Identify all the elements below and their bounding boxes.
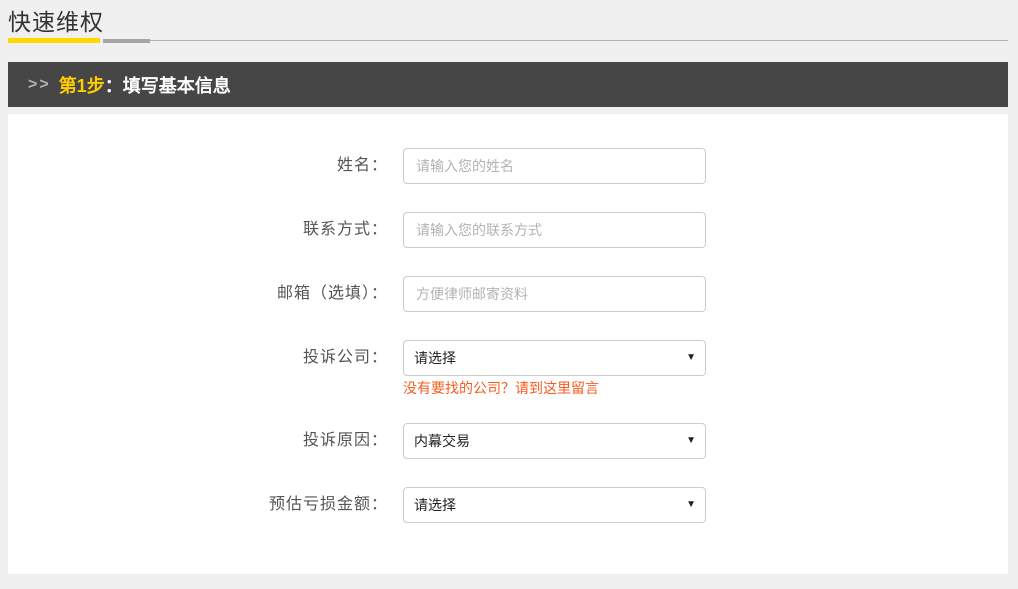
name-field[interactable]: [403, 148, 706, 184]
form-row-name: 姓名：: [8, 148, 1008, 184]
estimated-loss-label: 预估亏损金额：: [8, 487, 388, 523]
title-underline-line: [150, 40, 1008, 41]
leave-message-link[interactable]: 没有要找的公司？请到这里留言: [403, 379, 599, 397]
page-header: 快速维权: [0, 0, 1018, 43]
title-underline: [8, 38, 1008, 43]
contact-label: 联系方式：: [8, 212, 388, 248]
estimated-loss-select[interactable]: 请选择: [403, 487, 706, 523]
name-label: 姓名：: [8, 148, 388, 184]
form-row-complaint-reason: 投诉原因： 内幕交易 ▼: [8, 423, 1008, 459]
form-row-complaint-company: 投诉公司： 请选择 ▼ 没有要找的公司？请到这里留言: [8, 340, 1008, 398]
complaint-company-select[interactable]: 请选择: [403, 340, 706, 376]
complaint-reason-label: 投诉原因：: [8, 423, 388, 459]
step-number: 第1步: [59, 72, 105, 98]
complaint-reason-select[interactable]: 内幕交易: [403, 423, 706, 459]
form-row-estimated-loss: 预估亏损金额： 请选择 ▼: [8, 487, 1008, 523]
form-row-contact: 联系方式：: [8, 212, 1008, 248]
page-title: 快速维权: [8, 7, 1008, 37]
email-field[interactable]: [403, 276, 706, 312]
form-row-email: 邮箱（选填）：: [8, 276, 1008, 312]
title-underline-yellow: [8, 38, 100, 43]
email-label: 邮箱（选填）：: [8, 276, 388, 312]
form-panel: 姓名： 联系方式： 邮箱（选填）： 投诉公司： 请选择 ▼ 没有要找的公司？请到…: [8, 114, 1008, 574]
title-underline-gray: [103, 39, 150, 43]
step-bar: >> 第1步 ：填写基本信息: [8, 62, 1008, 107]
chevrons-icon: >>: [28, 76, 51, 94]
step-title: ：填写基本信息: [105, 72, 231, 98]
contact-field[interactable]: [403, 212, 706, 248]
complaint-company-label: 投诉公司：: [8, 340, 388, 376]
